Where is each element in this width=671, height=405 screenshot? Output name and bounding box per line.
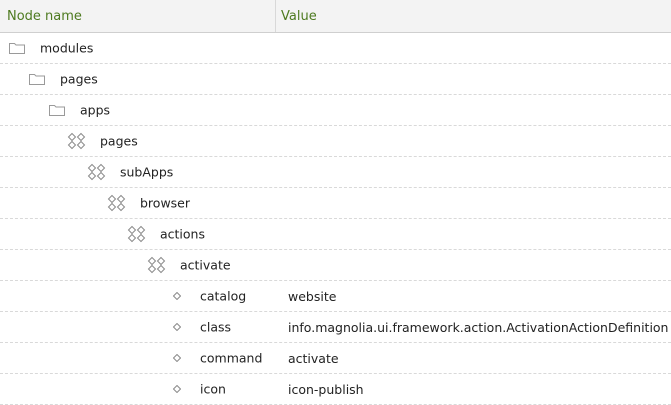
- node-name-cell: apps: [0, 95, 288, 125]
- node-name-label: activate: [180, 257, 231, 273]
- node-name-cell: subApps: [0, 157, 288, 187]
- node-name-label: browser: [140, 195, 191, 211]
- tree-row-icon[interactable]: icon icon-publish: [0, 374, 671, 405]
- content-node-icon: [67, 132, 87, 150]
- tree-header: Node name Value: [0, 0, 671, 33]
- node-value: activate: [288, 350, 339, 366]
- content-node-icon: [127, 225, 147, 243]
- tree-row-browser[interactable]: browser: [0, 188, 671, 219]
- content-node-icon: [147, 256, 167, 274]
- node-name-label: class: [200, 319, 232, 335]
- node-name-cell: icon: [0, 374, 288, 404]
- tree-row-command[interactable]: command activate: [0, 343, 671, 374]
- folder-icon: [9, 42, 25, 54]
- node-name-label: modules: [40, 40, 94, 56]
- node-name-cell: modules: [0, 33, 288, 63]
- tree-row-pages[interactable]: pages: [0, 126, 671, 157]
- tree-rows: modules pages apps pages subApps browser actio…: [0, 33, 671, 405]
- node-name-cell: pages: [0, 126, 288, 156]
- node-name-cell: command: [0, 343, 288, 373]
- tree-row-class[interactable]: class info.magnolia.ui.framework.action.A…: [0, 312, 671, 343]
- tree-row-apps[interactable]: apps: [0, 95, 671, 126]
- node-name-label: pages: [100, 133, 138, 149]
- column-header-value[interactable]: Value: [276, 9, 317, 24]
- tree-row-actions[interactable]: actions: [0, 219, 671, 250]
- tree-row-catalog[interactable]: catalog website: [0, 281, 671, 312]
- node-name-label: icon: [200, 381, 226, 397]
- property-icon: [173, 354, 181, 362]
- tree-row-pages[interactable]: pages: [0, 64, 671, 95]
- folder-icon: [29, 73, 45, 85]
- column-header-node-name[interactable]: Node name: [0, 0, 276, 32]
- node-value: icon-publish: [288, 381, 364, 397]
- tree-row-subApps[interactable]: subApps: [0, 157, 671, 188]
- property-icon: [173, 292, 181, 300]
- node-name-cell: class: [0, 312, 288, 342]
- node-name-cell: activate: [0, 250, 288, 280]
- node-tree: Node name Value modules pages apps pages sub…: [0, 0, 671, 405]
- node-name-cell: catalog: [0, 281, 288, 311]
- node-value: website: [288, 288, 337, 304]
- node-name-cell: pages: [0, 64, 288, 94]
- property-icon: [173, 385, 181, 393]
- node-name-label: apps: [80, 102, 111, 118]
- node-value: info.magnolia.ui.framework.action.Activa…: [288, 319, 669, 335]
- node-name-cell: browser: [0, 188, 288, 218]
- node-name-label: subApps: [120, 164, 174, 180]
- content-node-icon: [87, 163, 107, 181]
- content-node-icon: [107, 194, 127, 212]
- property-icon: [173, 323, 181, 331]
- node-name-label: command: [200, 350, 263, 366]
- node-name-label: actions: [160, 226, 205, 242]
- node-name-cell: actions: [0, 219, 288, 249]
- folder-icon: [49, 104, 65, 116]
- tree-row-activate[interactable]: activate: [0, 250, 671, 281]
- node-name-label: catalog: [200, 288, 247, 304]
- node-name-label: pages: [60, 71, 98, 87]
- tree-row-modules[interactable]: modules: [0, 33, 671, 64]
